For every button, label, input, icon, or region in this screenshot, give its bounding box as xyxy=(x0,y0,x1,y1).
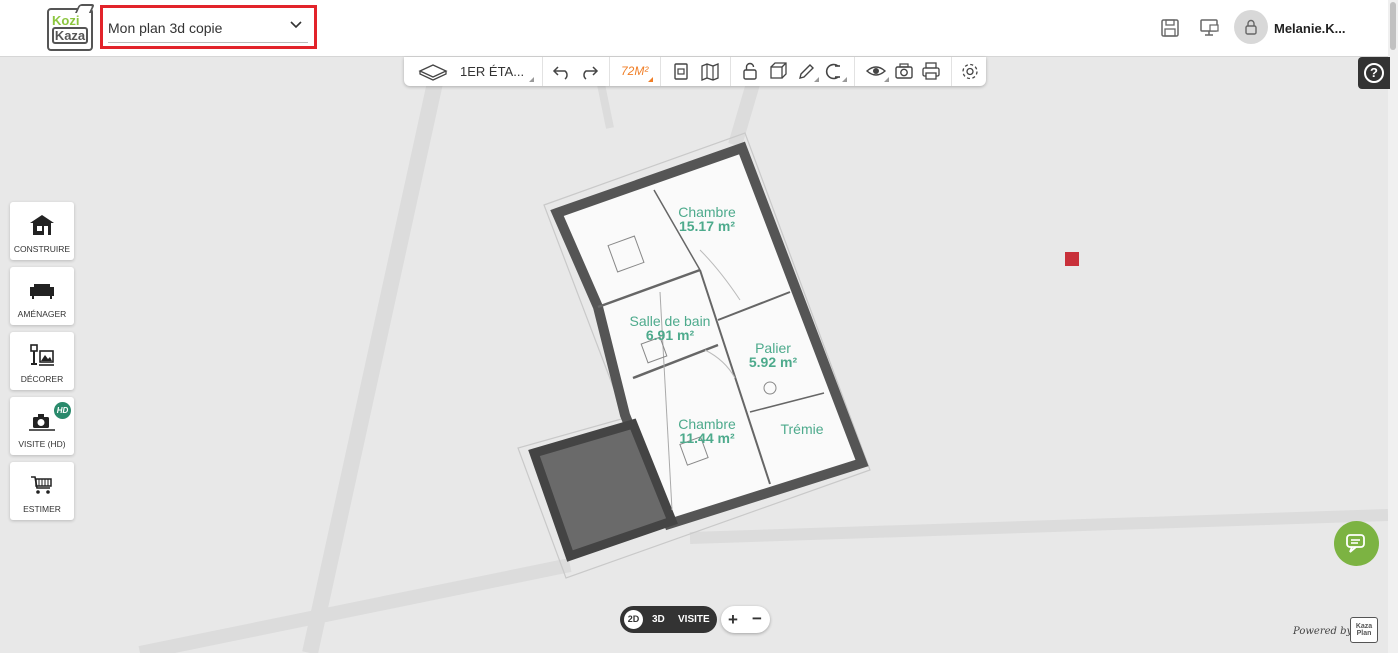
undo-icon[interactable] xyxy=(552,61,572,82)
help-icon: ? xyxy=(1364,63,1384,83)
room-label-salle-de-bain[interactable]: Salle de bain 6.91 m² xyxy=(618,314,722,342)
scrollbar-thumb[interactable] xyxy=(1390,2,1396,50)
room-area: 11.44 m² xyxy=(679,430,735,446)
chat-button[interactable] xyxy=(1334,521,1379,566)
view-visit-button[interactable]: VISITE xyxy=(678,614,710,625)
plan-toolbar: 1ER ÉTA... 72M² xyxy=(404,57,986,86)
kazaplan-logo-bottom: Plan xyxy=(1356,630,1372,637)
pencil-icon[interactable] xyxy=(796,61,816,82)
terrain-line xyxy=(302,58,448,653)
toolbar-divider xyxy=(542,57,543,86)
user-avatar[interactable] xyxy=(1234,10,1268,44)
map-icon[interactable] xyxy=(700,61,720,82)
sidebar-item-label: AMÉNAGER xyxy=(17,309,67,319)
zoom-in-button[interactable]: + xyxy=(728,610,738,630)
document-icon[interactable] xyxy=(672,61,690,82)
sidebar-item-decorer[interactable]: DÉCORER xyxy=(10,332,74,390)
top-bar: Kozi Kaza Mon plan 3d copie Melanie.K... xyxy=(0,0,1398,57)
lock-icon xyxy=(1245,19,1257,35)
dropdown-corner xyxy=(884,77,889,82)
camera-icon[interactable] xyxy=(894,61,914,82)
toolbar-divider xyxy=(951,57,952,86)
chevron-down-icon xyxy=(290,21,302,29)
room-name: Palier xyxy=(755,340,791,356)
screen-icon[interactable] xyxy=(1198,17,1220,39)
toolbar-divider xyxy=(609,57,610,86)
plan-underline xyxy=(108,42,308,43)
logo-text-bottom: Kaza xyxy=(52,27,88,44)
save-icon[interactable] xyxy=(1159,17,1181,39)
dropdown-corner xyxy=(648,77,653,82)
room-name: Chambre xyxy=(678,416,736,432)
zoom-out-button[interactable]: − xyxy=(752,609,762,629)
kazaplan-logo-top: Kaza xyxy=(1355,623,1373,630)
redo-icon[interactable] xyxy=(579,61,599,82)
sidebar-item-label: ESTIMER xyxy=(23,504,61,514)
room-area: 6.91 m² xyxy=(645,327,695,343)
settings-icon[interactable] xyxy=(960,61,980,82)
sidebar-item-visite-hd[interactable]: HD VISITE (HD) xyxy=(10,397,74,455)
zoom-controls: + − xyxy=(721,606,770,633)
position-marker[interactable] xyxy=(1065,252,1079,266)
kazaplan-logo-text: Kaza Plan xyxy=(1353,623,1375,637)
cube-icon[interactable] xyxy=(768,61,788,82)
area-indicator[interactable]: 72M² xyxy=(621,64,648,78)
floor-3d-icon[interactable] xyxy=(418,61,448,82)
sidebar-item-label: VISITE (HD) xyxy=(18,439,66,449)
lamp-picture-icon xyxy=(30,344,54,366)
room-label-tremie[interactable]: Trémie xyxy=(770,422,834,436)
scrollbar[interactable] xyxy=(1388,0,1398,653)
toolbar-divider xyxy=(854,57,855,86)
plan-drawing xyxy=(138,58,1388,653)
room-area: 15.17 m² xyxy=(678,218,736,234)
powered-by-text: Powered by xyxy=(1293,626,1353,637)
sidebar-item-estimer[interactable]: ESTIMER xyxy=(10,462,74,520)
room-label-palier[interactable]: Palier 5.92 m² xyxy=(736,341,810,369)
magnet-icon[interactable] xyxy=(824,61,844,82)
house-icon xyxy=(30,215,54,235)
room-area: 5.92 m² xyxy=(748,354,798,370)
sidebar-item-label: DÉCORER xyxy=(20,374,64,384)
user-name[interactable]: Melanie.K... xyxy=(1274,21,1346,36)
floor-selector[interactable]: 1ER ÉTA... xyxy=(460,64,524,79)
dropdown-corner xyxy=(814,77,819,82)
terrain-line xyxy=(138,558,572,653)
cart-icon xyxy=(31,476,52,494)
toolbar-divider xyxy=(730,57,731,86)
plan-canvas[interactable]: Chambre 15.17 m² Salle de bain 6.91 m² P… xyxy=(0,57,1388,653)
dropdown-corner xyxy=(842,77,847,82)
unlock-icon[interactable] xyxy=(741,61,759,82)
sidebar-item-amenager[interactable]: AMÉNAGER xyxy=(10,267,74,325)
view-3d-button[interactable]: 3D xyxy=(652,614,665,625)
chat-icon xyxy=(1346,534,1365,553)
logo-text-top: Kozi xyxy=(52,13,80,28)
plan-name: Mon plan 3d copie xyxy=(108,20,223,36)
print-icon[interactable] xyxy=(921,61,941,82)
room-name: Trémie xyxy=(780,421,824,437)
view-mode-toggle: 2D 3D VISITE xyxy=(620,606,717,633)
kazaplan-logo[interactable]: Kaza Plan xyxy=(1350,613,1380,643)
room-name: Salle de bain xyxy=(629,313,711,329)
terrain-line xyxy=(689,509,1388,544)
sofa-icon xyxy=(30,284,54,299)
sidebar-item-label: CONSTRUIRE xyxy=(13,244,71,254)
dropdown-corner xyxy=(529,77,534,82)
sidebar-item-construire[interactable]: CONSTRUIRE xyxy=(10,202,74,260)
view-2d-button[interactable]: 2D xyxy=(624,610,643,629)
plan-selector[interactable]: Mon plan 3d copie xyxy=(100,5,317,49)
room-name: Chambre xyxy=(678,204,736,220)
room-label-chambre-2[interactable]: Chambre 11.44 m² xyxy=(664,417,750,445)
help-button[interactable]: ? xyxy=(1358,57,1390,89)
toolbar-divider xyxy=(660,57,661,86)
room-label-chambre-1[interactable]: Chambre 15.17 m² xyxy=(660,205,754,233)
app-logo[interactable]: Kozi Kaza xyxy=(47,4,96,51)
hd-badge: HD xyxy=(52,400,73,421)
